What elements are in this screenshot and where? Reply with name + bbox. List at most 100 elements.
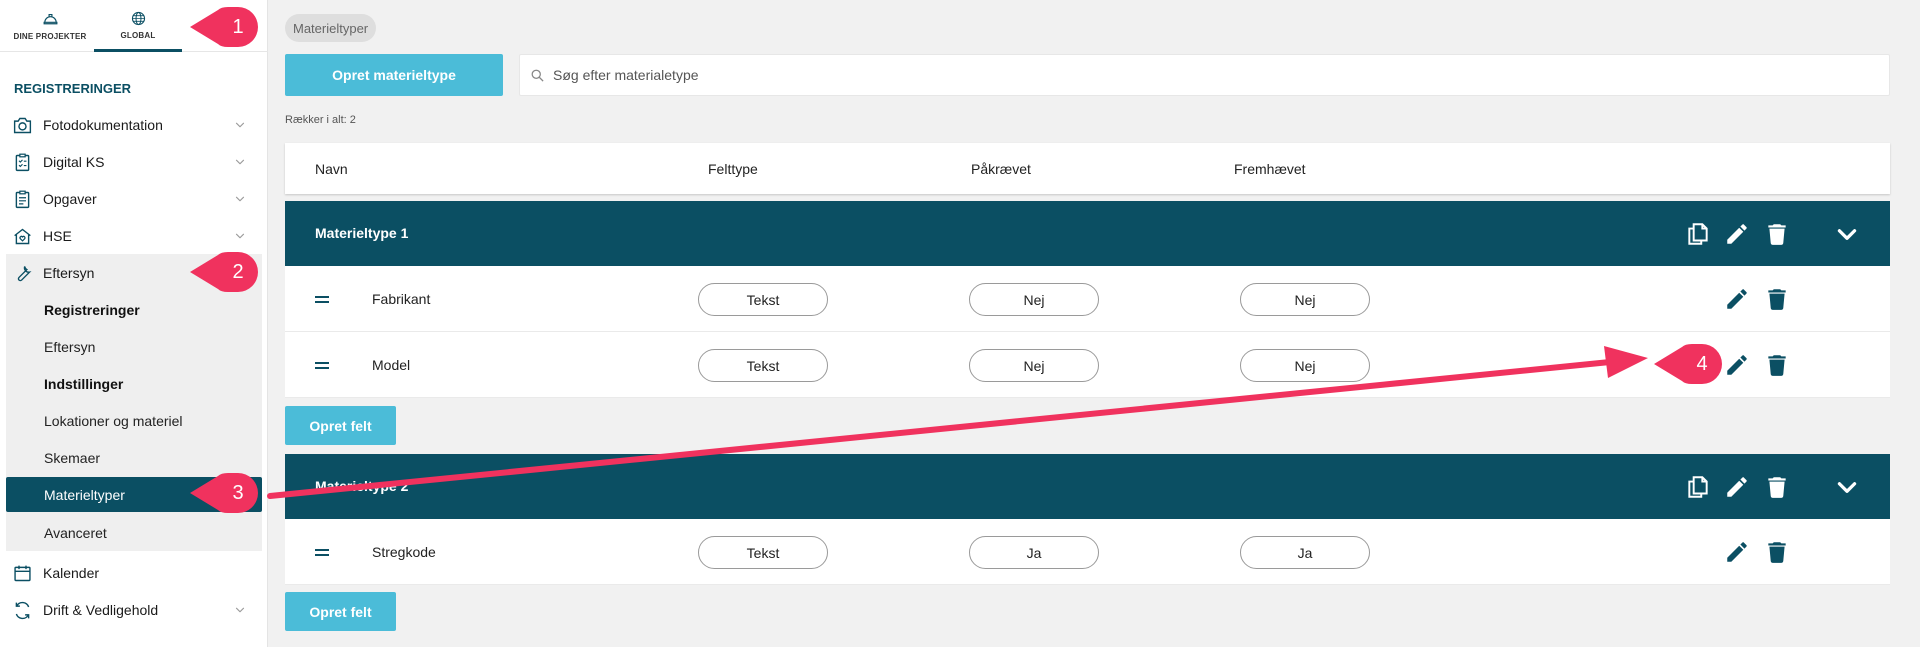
trash-icon[interactable] [1764, 352, 1790, 378]
create-field-button[interactable]: Opret felt [285, 592, 396, 631]
annotation-number: 1 [232, 15, 244, 38]
hard-hat-icon [43, 13, 57, 25]
drag-handle-icon[interactable] [315, 548, 329, 557]
sidebar-subitem-lokationer[interactable]: Lokationer og materiel [6, 402, 262, 439]
annotation-number: 3 [232, 481, 244, 504]
trash-icon[interactable] [1764, 539, 1790, 565]
trash-icon[interactable] [1764, 474, 1790, 500]
create-field-button[interactable]: Opret felt [285, 406, 396, 445]
chevron-down-icon[interactable] [233, 155, 247, 169]
annotation-number: 4 [1696, 352, 1708, 375]
sync-icon [15, 601, 30, 620]
column-header-navn: Navn [315, 161, 348, 177]
trash-icon[interactable] [1764, 221, 1790, 247]
group-header[interactable]: Materieltype 1 [285, 201, 1890, 266]
create-materieltype-button[interactable]: Opret materieltype [285, 54, 503, 96]
chevron-down-icon[interactable] [1834, 474, 1860, 500]
clipboard-check-icon [15, 153, 30, 172]
camera-icon [13, 117, 32, 134]
sidebar-subitem-label: Avanceret [44, 524, 107, 541]
group-title: Materieltype 2 [315, 478, 409, 494]
sidebar-subitem-label: Lokationer og materiel [44, 412, 183, 429]
sidebar-item-label: Eftersyn [43, 264, 95, 281]
sidebar-section-title: REGISTRERINGER [14, 81, 132, 96]
annotation-callout: 2 [188, 249, 258, 295]
sidebar-item-label: Kalender [43, 564, 100, 581]
annotation-callout: 3 [188, 470, 258, 516]
copy-icon[interactable] [1685, 474, 1711, 500]
field-name: Stregkode [372, 544, 436, 560]
group-header[interactable]: Materieltype 2 [285, 454, 1890, 519]
sidebar-subitem-label: Materieltyper [44, 486, 125, 503]
field-type-pill: Tekst [698, 283, 828, 316]
sidebar-item-fotodokumentation[interactable]: Fotodokumentation [0, 106, 268, 143]
column-header-felttype: Felttype [708, 161, 758, 177]
annotation-callout: 4 [1652, 341, 1722, 387]
sidebar-item-kalender[interactable]: Kalender [0, 554, 268, 591]
highlighted-pill: Ja [1240, 536, 1370, 569]
sidebar-item-label: HSE [43, 227, 72, 244]
sidebar-subitem-eftersyn[interactable]: Eftersyn [6, 328, 262, 365]
field-type-pill: Tekst [698, 536, 828, 569]
sidebar-item-label: Drift & Vedligehold [43, 601, 159, 618]
sidebar-subitem-indstillinger[interactable]: Indstillinger [6, 365, 262, 402]
column-header-paakraevet: Påkrævet [971, 161, 1031, 177]
chevron-down-icon[interactable] [233, 229, 247, 243]
tab-dine-projekter[interactable]: DINE PROJEKTER [8, 0, 92, 52]
edit-icon[interactable] [1724, 352, 1750, 378]
copy-icon[interactable] [1685, 221, 1711, 247]
required-pill: Nej [969, 349, 1099, 382]
field-name: Model [372, 357, 411, 373]
house-heart-icon [14, 228, 31, 245]
breadcrumb[interactable]: Materieltyper [285, 14, 377, 42]
chevron-down-icon[interactable] [233, 192, 247, 206]
table-row: Model Tekst Nej Nej [285, 332, 1890, 398]
edit-icon[interactable] [1724, 539, 1750, 565]
required-pill: Nej [969, 283, 1099, 316]
sidebar-subitem-label: Registreringer [44, 301, 140, 318]
calendar-icon [14, 565, 31, 582]
clipboard-list-icon [15, 190, 30, 209]
chevron-down-icon[interactable] [233, 603, 247, 617]
row-count: Rækker i alt: 2 [285, 114, 356, 126]
drag-handle-icon[interactable] [315, 361, 329, 370]
tab-label: GLOBAL [120, 30, 156, 40]
tab-label: DINE PROJEKTER [13, 32, 87, 41]
sidebar-subitem-avanceret[interactable]: Avanceret [6, 514, 262, 551]
sidebar-item-opgaver[interactable]: Opgaver [0, 180, 268, 217]
table-header: Navn Felttype Påkrævet Fremhævet [285, 143, 1890, 194]
highlighted-pill: Nej [1240, 349, 1370, 382]
annotation-number: 2 [232, 260, 244, 283]
edit-icon[interactable] [1724, 286, 1750, 312]
sidebar-item-label: Digital KS [43, 153, 105, 170]
sidebar-subitem-label: Skemaer [44, 449, 101, 466]
search-input[interactable] [553, 55, 1873, 95]
wrench-icon [17, 266, 32, 282]
sidebar-item-label: Fotodokumentation [43, 116, 163, 133]
highlighted-pill: Nej [1240, 283, 1370, 316]
sidebar: DINE PROJEKTER GLOBAL REGISTRERINGER Fot… [0, 0, 268, 647]
field-type-pill: Tekst [698, 349, 828, 382]
trash-icon[interactable] [1764, 286, 1790, 312]
required-pill: Ja [969, 536, 1099, 569]
edit-icon[interactable] [1724, 474, 1750, 500]
drag-handle-icon[interactable] [315, 295, 329, 304]
chevron-down-icon[interactable] [1834, 221, 1860, 247]
globe-icon [131, 11, 145, 25]
table-row: Stregkode Tekst Ja Ja [285, 519, 1890, 585]
tab-global[interactable]: GLOBAL [94, 0, 182, 52]
table-row: Fabrikant Tekst Nej Nej [285, 266, 1890, 332]
field-name: Fabrikant [372, 291, 431, 307]
sidebar-item-digital-ks[interactable]: Digital KS [0, 143, 268, 180]
sidebar-subitem-label: Eftersyn [44, 338, 96, 355]
sidebar-item-label: Opgaver [43, 190, 97, 207]
edit-icon[interactable] [1724, 221, 1750, 247]
sidebar-subitem-label: Indstillinger [44, 375, 124, 392]
chevron-down-icon[interactable] [233, 118, 247, 132]
column-header-fremhaevet: Fremhævet [1234, 161, 1306, 177]
search-box[interactable] [519, 54, 1890, 96]
sidebar-subitem-registreringer[interactable]: Registreringer [6, 291, 262, 328]
search-icon [531, 69, 544, 82]
group-title: Materieltype 1 [315, 225, 409, 241]
sidebar-item-drift-vedligehold[interactable]: Drift & Vedligehold [0, 591, 268, 628]
